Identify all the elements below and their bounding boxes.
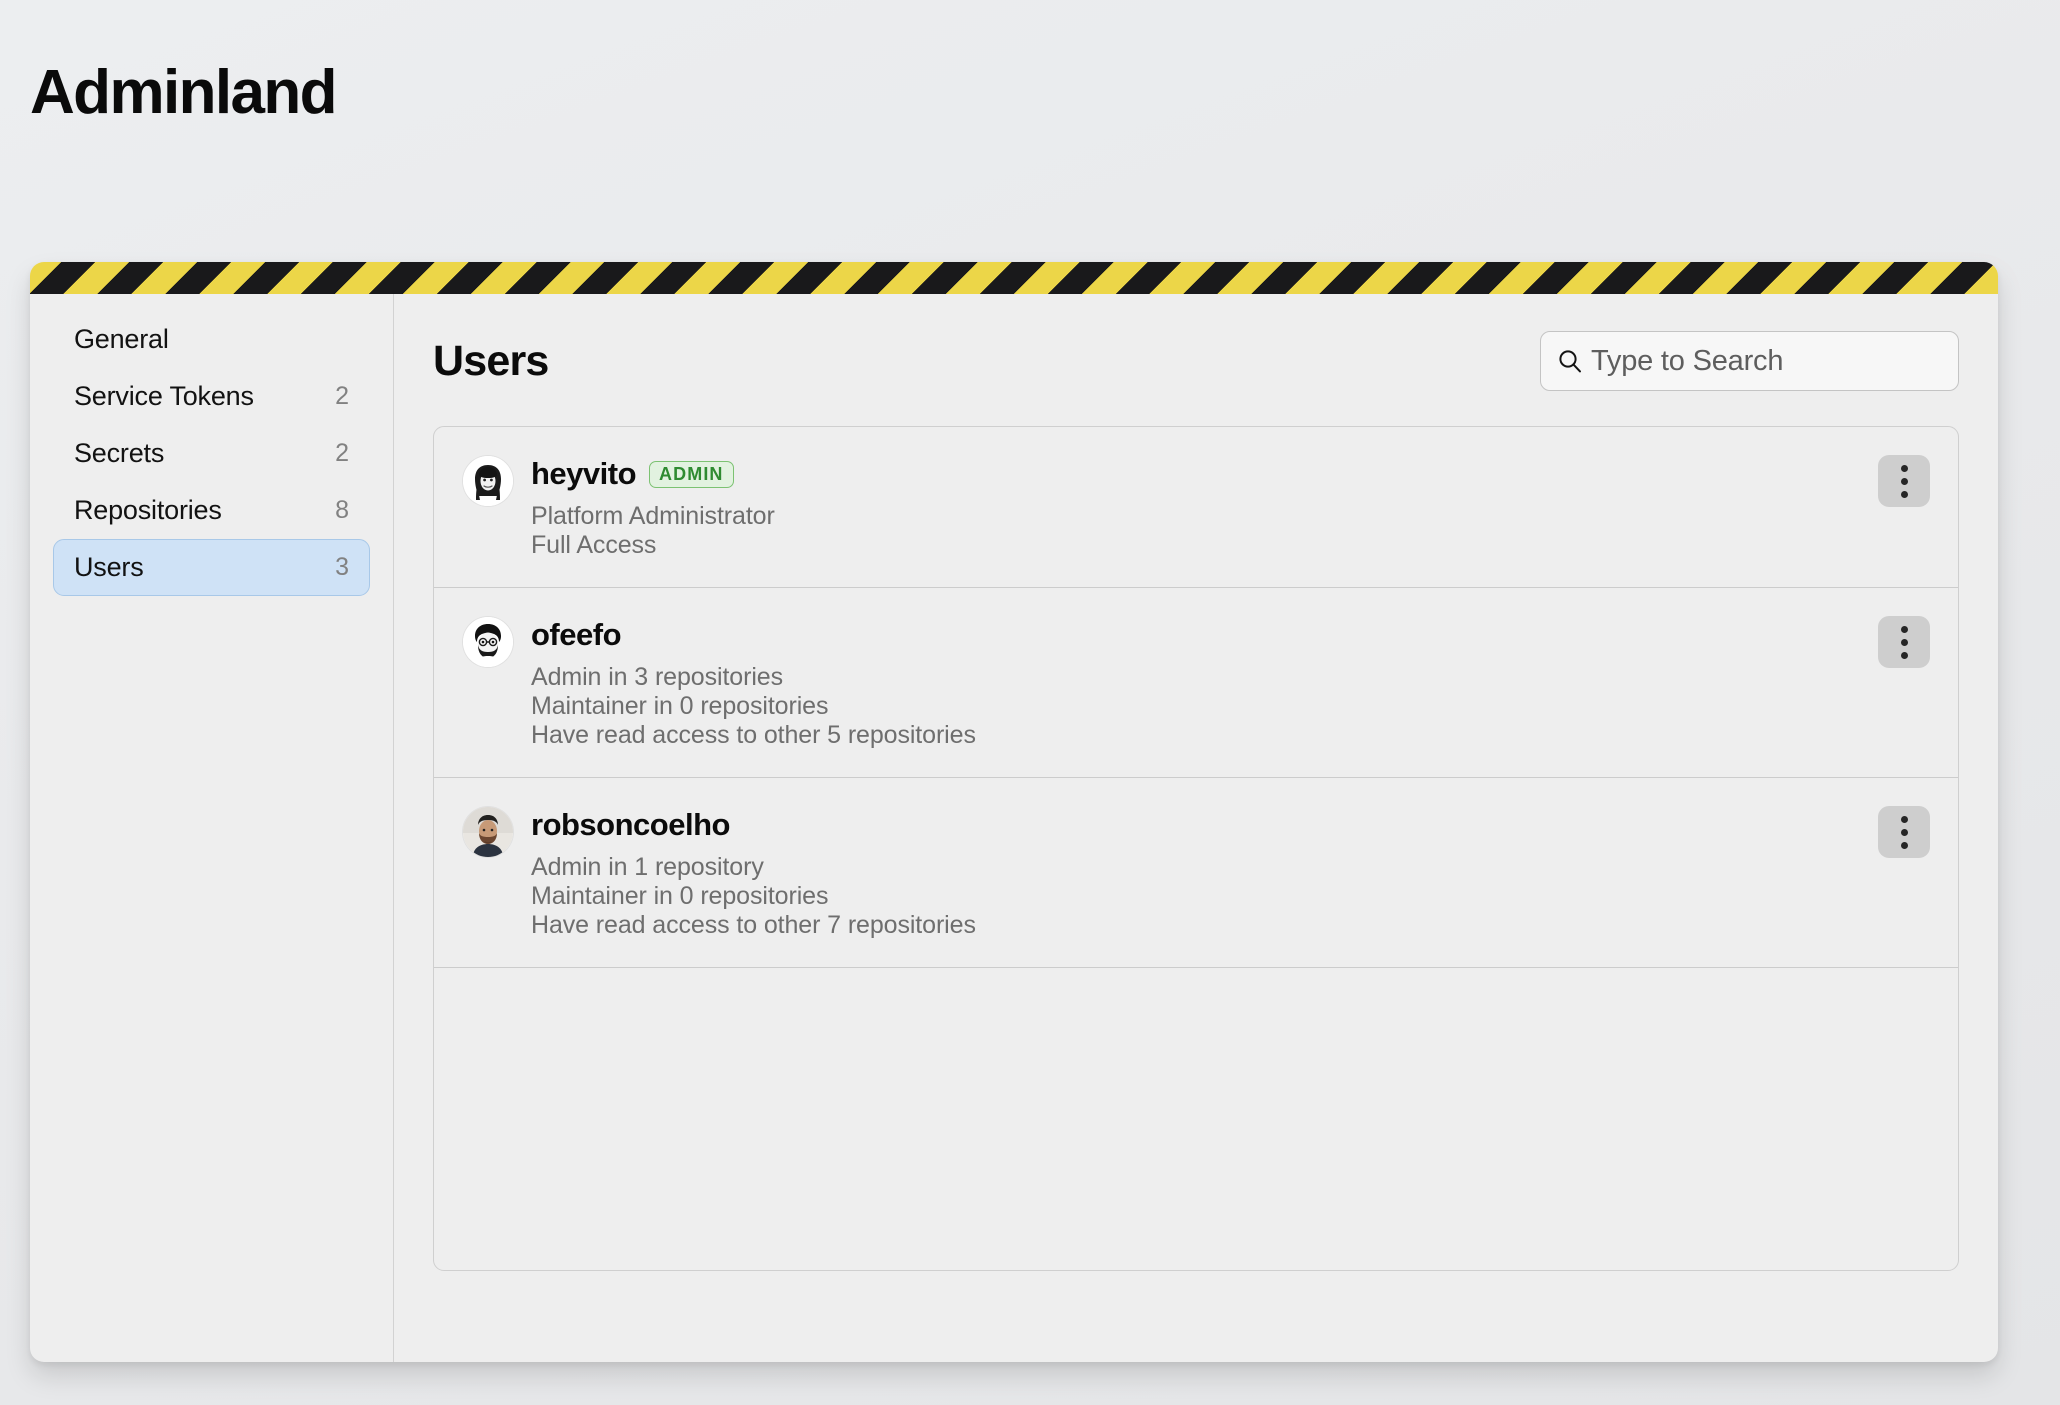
main-content: Users Type to Search heyvito ADMIN Platf… <box>394 294 1998 1362</box>
content-title: Users <box>433 336 549 385</box>
user-meta: Admin in 1 repository Maintainer in 0 re… <box>531 853 976 940</box>
user-text: ofeefo Admin in 3 repositories Maintaine… <box>531 615 976 750</box>
kebab-dot <box>1900 815 1908 823</box>
user-info: robsoncoelho Admin in 1 repository Maint… <box>463 805 1878 940</box>
user-name-line: heyvito ADMIN <box>531 454 775 494</box>
kebab-dot <box>1900 625 1908 633</box>
kebab-dot <box>1900 651 1908 659</box>
sidebar-item-count: 2 <box>335 439 349 467</box>
user-meta-line: Have read access to other 7 repositories <box>531 911 976 939</box>
user-meta-line: Maintainer in 0 repositories <box>531 692 829 720</box>
kebab-menu-icon[interactable] <box>1878 806 1930 858</box>
user-name: ofeefo <box>531 617 622 652</box>
sidebar-item-users[interactable]: Users 3 <box>53 539 370 596</box>
kebab-dot <box>1900 464 1908 472</box>
sidebar-item-general[interactable]: General <box>53 311 370 368</box>
page-title: Adminland <box>30 58 338 127</box>
kebab-dot <box>1900 477 1908 485</box>
sidebar-item-count: 8 <box>335 496 349 524</box>
content-header: Users <box>433 330 1959 392</box>
user-meta-line: Platform Administrator <box>531 502 775 530</box>
sidebar-item-label: General <box>74 324 169 354</box>
search-input[interactable] <box>1591 344 1942 378</box>
sidebar-item-count: 3 <box>335 553 349 581</box>
user-name: heyvito <box>531 456 637 491</box>
status-badge: ADMIN <box>649 460 734 488</box>
user-text: heyvito ADMIN Platform Administrator Ful… <box>531 454 775 560</box>
empty-list-area <box>434 968 1958 1176</box>
user-meta-line: Admin in 3 repositories <box>531 663 783 691</box>
search-icon <box>1559 350 1581 373</box>
sidebar-item-service-tokens[interactable]: Service Tokens 2 <box>53 368 370 425</box>
user-info: heyvito ADMIN Platform Administrator Ful… <box>463 454 1878 560</box>
user-meta-line: Maintainer in 0 repositories <box>531 882 829 910</box>
avatar <box>463 617 513 667</box>
avatar <box>463 456 513 506</box>
user-name-line: robsoncoelho <box>531 805 976 845</box>
sidebar-item-label: Repositories <box>74 495 222 525</box>
sidebar-item-label: Service Tokens <box>74 381 254 411</box>
user-meta-line: Full Access <box>531 531 657 559</box>
sidebar-nav-list: General Service Tokens 2 Secrets 2 Repos… <box>30 311 393 596</box>
search-box[interactable] <box>1540 331 1959 391</box>
app-root: Adminland General Service Tokens 2 Secre… <box>0 0 2060 1405</box>
sidebar-item-repositories[interactable]: Repositories 8 <box>53 482 370 539</box>
table-row[interactable]: robsoncoelho Admin in 1 repository Maint… <box>434 778 1958 968</box>
user-meta-line: Admin in 1 repository <box>531 853 764 881</box>
avatar <box>463 807 513 857</box>
kebab-dot <box>1900 490 1908 498</box>
user-info: ofeefo Admin in 3 repositories Maintaine… <box>463 615 1878 750</box>
kebab-dot <box>1900 841 1908 849</box>
kebab-menu-icon[interactable] <box>1878 616 1930 668</box>
kebab-dot <box>1900 638 1908 646</box>
user-text: robsoncoelho Admin in 1 repository Maint… <box>531 805 976 940</box>
window-body: General Service Tokens 2 Secrets 2 Repos… <box>30 294 1998 1362</box>
sidebar-item-count: 2 <box>335 382 349 410</box>
user-meta: Admin in 3 repositories Maintainer in 0 … <box>531 663 976 750</box>
kebab-dot <box>1900 828 1908 836</box>
user-meta: Platform Administrator Full Access <box>531 502 775 560</box>
admin-window: General Service Tokens 2 Secrets 2 Repos… <box>30 262 1998 1362</box>
table-row[interactable]: ofeefo Admin in 3 repositories Maintaine… <box>434 588 1958 778</box>
sidebar: General Service Tokens 2 Secrets 2 Repos… <box>30 294 394 1362</box>
sidebar-item-secrets[interactable]: Secrets 2 <box>53 425 370 482</box>
user-meta-line: Have read access to other 5 repositories <box>531 721 976 749</box>
table-row[interactable]: heyvito ADMIN Platform Administrator Ful… <box>434 427 1958 588</box>
user-name: robsoncoelho <box>531 807 730 842</box>
user-name-line: ofeefo <box>531 615 976 655</box>
users-list-card: heyvito ADMIN Platform Administrator Ful… <box>433 426 1959 1271</box>
sidebar-item-label: Users <box>74 552 144 582</box>
hazard-stripe-banner <box>30 262 1998 294</box>
sidebar-item-label: Secrets <box>74 438 165 468</box>
kebab-menu-icon[interactable] <box>1878 455 1930 507</box>
